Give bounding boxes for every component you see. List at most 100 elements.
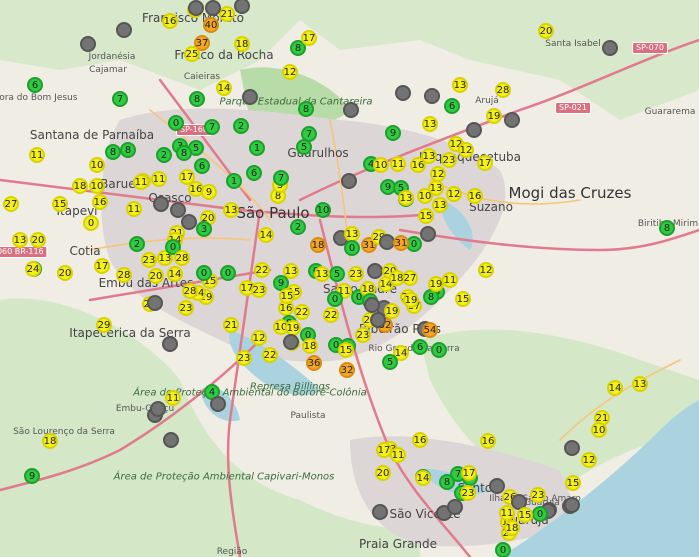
station-marker-moderate[interactable]: 22 [262, 347, 278, 363]
station-marker-moderate[interactable]: 16 [412, 432, 428, 448]
station-marker-moderate[interactable]: 19 [384, 303, 400, 319]
station-marker-no-data[interactable] [602, 40, 618, 56]
station-marker-moderate[interactable]: 16 [92, 194, 108, 210]
station-marker-moderate[interactable]: 17 [94, 258, 110, 274]
station-marker-moderate[interactable]: 0 [83, 215, 99, 231]
station-marker-moderate[interactable]: 29 [96, 317, 112, 333]
station-marker-moderate[interactable]: 19 [403, 292, 419, 308]
station-marker-moderate[interactable]: 20 [30, 232, 46, 248]
station-marker-moderate[interactable]: 22 [254, 262, 270, 278]
station-marker-moderate[interactable]: 20 [375, 465, 391, 481]
station-marker-moderate[interactable]: 15 [517, 507, 533, 523]
station-marker-no-data[interactable] [147, 295, 163, 311]
station-marker-moderate[interactable]: 14 [167, 266, 183, 282]
station-marker-moderate[interactable]: 10 [89, 178, 105, 194]
station-marker-moderate[interactable]: 28 [174, 250, 190, 266]
station-marker-moderate[interactable]: 15 [455, 291, 471, 307]
station-marker-moderate[interactable]: 14 [216, 80, 232, 96]
station-marker-moderate[interactable]: 23 [355, 327, 371, 343]
station-marker-moderate[interactable]: 23 [236, 350, 252, 366]
station-marker-unhealthy[interactable]: 31 [393, 235, 409, 251]
station-marker-good[interactable]: 5 [382, 354, 398, 370]
station-marker-good[interactable]: 8 [659, 220, 675, 236]
station-marker-moderate[interactable]: 13 [432, 197, 448, 213]
station-marker-moderate[interactable]: 11 [499, 505, 515, 521]
station-marker-moderate[interactable]: 11 [29, 147, 45, 163]
station-marker-moderate[interactable]: 16 [467, 188, 483, 204]
station-marker-moderate[interactable]: 11 [442, 272, 458, 288]
station-marker-no-data[interactable] [564, 497, 580, 513]
station-marker-good[interactable]: 8 [176, 145, 192, 161]
station-marker-moderate[interactable]: 25 [184, 46, 200, 62]
station-marker-moderate[interactable]: 24 [25, 261, 41, 277]
station-marker-unhealthy[interactable]: 36 [306, 355, 322, 371]
station-marker-moderate[interactable]: 17 [477, 155, 493, 171]
station-marker-good[interactable]: 2 [290, 219, 306, 235]
station-marker-good[interactable]: 1 [226, 173, 242, 189]
station-marker-no-data[interactable] [80, 36, 96, 52]
station-marker-good[interactable]: 7 [273, 170, 289, 186]
station-marker-no-data[interactable] [341, 173, 357, 189]
station-marker-moderate[interactable]: 13 [223, 202, 239, 218]
station-marker-unhealthy[interactable]: 54 [422, 322, 438, 338]
station-marker-good[interactable]: 6 [444, 98, 460, 114]
station-marker-good[interactable]: 0 [532, 506, 548, 522]
station-marker-moderate[interactable]: 18 [72, 178, 88, 194]
station-marker-moderate[interactable]: 20 [148, 268, 164, 284]
station-marker-moderate[interactable]: 22 [323, 307, 339, 323]
station-marker-moderate[interactable]: 11 [390, 156, 406, 172]
station-marker-unhealthy[interactable]: 40 [203, 17, 219, 33]
station-marker-good[interactable]: 8 [298, 101, 314, 117]
station-marker-moderate[interactable]: 13 [314, 266, 330, 282]
station-marker-moderate[interactable]: 11 [165, 390, 181, 406]
station-marker-moderate[interactable]: 22 [294, 304, 310, 320]
station-marker-moderate[interactable]: 10 [373, 157, 389, 173]
station-marker-moderate[interactable]: 23 [460, 485, 476, 501]
station-marker-moderate[interactable]: 13 [12, 232, 28, 248]
station-marker-good[interactable]: 5 [329, 266, 345, 282]
station-marker-moderate[interactable]: 14 [415, 470, 431, 486]
station-marker-no-data[interactable] [150, 401, 166, 417]
station-marker-good[interactable]: 0 [344, 240, 360, 256]
station-marker-moderate[interactable]: 11 [151, 171, 167, 187]
station-marker-no-data[interactable] [242, 89, 258, 105]
station-marker-moderate[interactable]: 18 [302, 338, 318, 354]
station-marker-moderate[interactable]: 12 [251, 330, 267, 346]
station-marker-no-data[interactable] [364, 297, 380, 313]
station-marker-no-data[interactable] [504, 112, 520, 128]
station-marker-moderate[interactable]: 11 [390, 447, 406, 463]
station-marker-good[interactable]: 8 [120, 142, 136, 158]
station-marker-moderate[interactable]: 23 [178, 300, 194, 316]
station-marker-moderate[interactable]: 9 [201, 184, 217, 200]
station-marker-moderate[interactable]: 23 [530, 487, 546, 503]
station-marker-good[interactable]: 0 [168, 115, 184, 131]
station-marker-no-data[interactable] [447, 499, 463, 515]
station-marker-no-data[interactable] [205, 0, 221, 16]
station-marker-no-data[interactable] [395, 85, 411, 101]
station-marker-moderate[interactable]: 15 [338, 342, 354, 358]
station-marker-good[interactable]: 2 [233, 118, 249, 134]
station-marker-moderate[interactable]: 13 [398, 190, 414, 206]
station-marker-moderate[interactable]: 28 [495, 82, 511, 98]
station-marker-moderate[interactable]: 23 [348, 266, 364, 282]
station-marker-no-data[interactable] [116, 22, 132, 38]
station-marker-moderate[interactable]: 17 [376, 442, 392, 458]
station-marker-good[interactable]: 8 [189, 91, 205, 107]
station-marker-moderate[interactable]: 19 [428, 276, 444, 292]
station-marker-no-data[interactable] [170, 202, 186, 218]
station-marker-no-data[interactable] [283, 334, 299, 350]
station-marker-good[interactable]: 0 [495, 542, 511, 557]
station-marker-moderate[interactable]: 12 [446, 186, 462, 202]
station-marker-moderate[interactable]: 10 [89, 157, 105, 173]
station-marker-good[interactable]: 9 [385, 125, 401, 141]
station-marker-no-data[interactable] [163, 432, 179, 448]
station-marker-moderate[interactable]: 18 [504, 520, 520, 536]
station-marker-moderate[interactable]: 28 [182, 283, 198, 299]
station-marker-moderate[interactable]: 13 [421, 148, 437, 164]
station-marker-good[interactable]: 0 [327, 291, 343, 307]
station-marker-no-data[interactable] [188, 0, 204, 16]
station-marker-moderate[interactable]: 12 [478, 262, 494, 278]
station-marker-moderate[interactable]: 27 [3, 196, 19, 212]
station-marker-no-data[interactable] [162, 336, 178, 352]
station-marker-moderate[interactable]: 11 [126, 201, 142, 217]
